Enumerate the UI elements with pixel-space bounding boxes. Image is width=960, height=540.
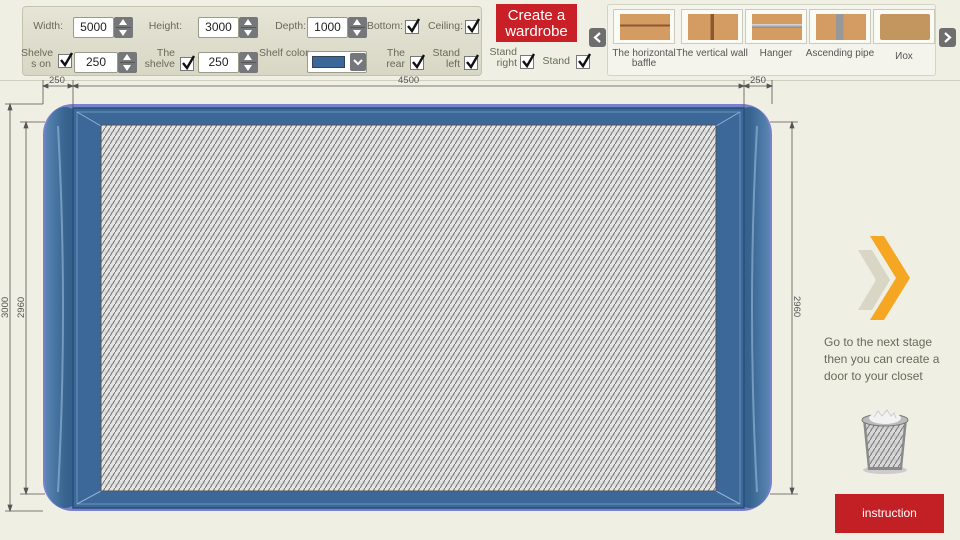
trash-bin-icon[interactable] bbox=[861, 409, 909, 474]
dim-inner-width: 4500 bbox=[398, 75, 419, 86]
dim-right-width: 250 bbox=[750, 75, 766, 86]
wardrobe-canvas[interactable]: 250 4500 250 3000 2960 2960 bbox=[0, 0, 960, 540]
dim-left-width: 250 bbox=[49, 75, 65, 86]
wardrobe-rear-panel[interactable] bbox=[100, 124, 717, 492]
next-stage-arrow-icon[interactable] bbox=[858, 236, 910, 320]
dim-inner-height-left: 2960 bbox=[16, 297, 27, 318]
next-stage-hint: Go to the next stage then you can create… bbox=[824, 335, 940, 383]
dim-total-height: 3000 bbox=[0, 297, 11, 318]
dim-inner-height-right: 2960 bbox=[791, 296, 802, 317]
instruction-button[interactable]: instruction bbox=[835, 494, 944, 533]
